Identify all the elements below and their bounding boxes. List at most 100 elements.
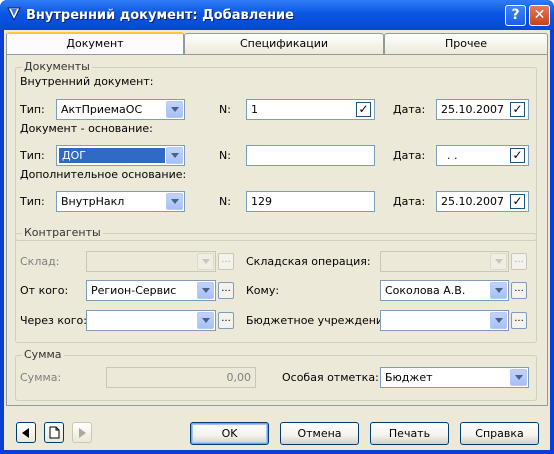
special-mark-value: Бюджет: [385, 371, 433, 384]
document-icon: [49, 426, 59, 439]
chevron-down-icon: [171, 199, 179, 204]
date-label-1: Дата:: [393, 103, 426, 116]
basis-doc-date-field[interactable]: . . ✓: [436, 145, 529, 166]
app-icon: [7, 7, 21, 22]
chevron-down-icon: [202, 288, 210, 293]
ok-button[interactable]: OK: [190, 422, 269, 445]
basis-doc-type-combo[interactable]: ДОГ: [56, 145, 185, 166]
documents-group-label: Документы: [22, 60, 92, 73]
arrow-left-icon: [22, 428, 29, 438]
close-button[interactable]: ✕: [529, 5, 550, 26]
to-label: Кому:: [246, 284, 280, 297]
dialog-window: Внутренний документ: Добавление ? ✕ Доку…: [0, 0, 554, 454]
dropdown-button[interactable]: [166, 193, 183, 210]
warehouse-label: Склад:: [20, 255, 60, 268]
additional-basis-type-combo[interactable]: ВнутрНакл: [56, 191, 185, 212]
n-label-3: N:: [219, 195, 231, 208]
basis-doc-label: Документ - основание:: [20, 122, 153, 135]
from-ellipsis-button[interactable]: ...: [218, 282, 234, 299]
calendar-check-icon[interactable]: ✓: [510, 194, 525, 209]
additional-basis-date-field[interactable]: 25.10.2007 ✓: [436, 191, 529, 212]
chevron-down-icon: [171, 107, 179, 112]
internal-doc-type-value: АктПриемаОС: [61, 103, 143, 116]
n-label-1: N:: [219, 103, 231, 116]
window-title: Внутренний документ: Добавление: [26, 8, 294, 23]
dropdown-button[interactable]: [490, 282, 507, 299]
additional-basis-number-field[interactable]: 129: [246, 191, 375, 212]
dropdown-button[interactable]: [197, 282, 214, 299]
internal-doc-label: Внутренний документ:: [20, 75, 154, 88]
from-label: От кого:: [20, 284, 69, 297]
additional-basis-number-value: 129: [251, 195, 272, 208]
dropdown-button[interactable]: [490, 312, 507, 329]
special-mark-combo[interactable]: Бюджет: [380, 367, 529, 388]
tab-other[interactable]: Прочее: [384, 33, 548, 55]
basis-doc-date-value: . .: [447, 149, 458, 162]
budget-institution-label: Бюджетное учреждение:: [246, 314, 394, 327]
help-button[interactable]: Справка: [460, 422, 539, 445]
n-label-2: N:: [219, 149, 231, 162]
via-label: Через кого:: [20, 314, 87, 327]
button-bar: OK Отмена Печать Справка: [4, 414, 550, 450]
dropdown-button[interactable]: [166, 101, 183, 118]
type-label-2: Тип:: [20, 149, 45, 162]
budget-institution-combo[interactable]: [380, 310, 509, 331]
title-bar[interactable]: Внутренний документ: Добавление ? ✕: [0, 0, 554, 30]
to-ellipsis-button[interactable]: ...: [511, 282, 527, 299]
chevron-down-icon: [495, 318, 503, 323]
contractors-group-label: Контрагенты: [22, 226, 103, 239]
sum-label: Сумма:: [20, 371, 62, 384]
internal-doc-type-combo[interactable]: АктПриемаОС: [56, 99, 185, 120]
internal-doc-number-field[interactable]: 1 ✓: [246, 99, 375, 120]
new-document-button[interactable]: [44, 422, 64, 443]
print-button[interactable]: Печать: [370, 422, 449, 445]
additional-basis-type-value: ВнутрНакл: [61, 195, 125, 208]
basis-doc-number-field[interactable]: [246, 145, 375, 166]
arrow-right-icon: [79, 428, 86, 438]
tab-specifications[interactable]: Спецификации: [184, 33, 384, 55]
dropdown-button: [490, 253, 507, 270]
help-title-button[interactable]: ?: [505, 5, 526, 26]
to-value: Соколова А.В.: [385, 284, 466, 297]
dialog-client: Документ Спецификации Прочее Документы В…: [4, 30, 550, 450]
sum-group-label: Сумма: [22, 348, 64, 361]
warehouse-operation-label: Складская операция:: [246, 255, 371, 268]
internal-doc-date-field[interactable]: 25.10.2007 ✓: [436, 99, 529, 120]
chevron-down-icon: [171, 153, 179, 158]
dropdown-button[interactable]: [166, 147, 183, 164]
chevron-down-icon: [515, 375, 523, 380]
tab-strip: Документ Спецификации Прочее: [4, 32, 550, 56]
basis-doc-type-value: ДОГ: [59, 148, 165, 163]
warehouse-combo: [86, 251, 216, 272]
warehouse-operation-ellipsis-button: ...: [511, 253, 527, 270]
additional-basis-label: Дополнительное основание:: [20, 168, 187, 181]
tab-panel-document: Документы Внутренний документ: Тип: АктП…: [6, 54, 548, 406]
sum-group: Сумма Сумма: 0,00 Особая отметка: Бюджет: [15, 348, 537, 401]
date-label-2: Дата:: [393, 149, 426, 162]
check-icon[interactable]: ✓: [356, 102, 371, 117]
additional-basis-date-value: 25.10.2007: [441, 195, 504, 208]
warehouse-ellipsis-button: ...: [218, 253, 234, 270]
next-button[interactable]: [72, 422, 92, 443]
dropdown-button[interactable]: [197, 312, 214, 329]
calendar-check-icon[interactable]: ✓: [510, 148, 525, 163]
type-label-3: Тип:: [20, 195, 45, 208]
previous-button[interactable]: [16, 422, 36, 443]
documents-group: Документы Внутренний документ: Тип: АктП…: [15, 60, 537, 241]
from-combo[interactable]: Регион-Сервис: [86, 280, 216, 301]
chevron-down-icon: [202, 318, 210, 323]
budget-institution-ellipsis-button[interactable]: ...: [511, 312, 527, 329]
via-combo[interactable]: [86, 310, 216, 331]
from-value: Регион-Сервис: [91, 284, 177, 297]
dropdown-button[interactable]: [510, 369, 527, 386]
cancel-button[interactable]: Отмена: [280, 422, 359, 445]
date-label-3: Дата:: [393, 195, 426, 208]
calendar-check-icon[interactable]: ✓: [510, 102, 525, 117]
via-ellipsis-button[interactable]: ...: [218, 312, 234, 329]
tab-document[interactable]: Документ: [6, 32, 184, 56]
sum-field: 0,00: [106, 367, 256, 388]
dropdown-button: [197, 253, 214, 270]
to-combo[interactable]: Соколова А.В.: [380, 280, 509, 301]
contractors-group: Контрагенты Склад: ... Складская операци…: [15, 226, 537, 343]
special-mark-label: Особая отметка:: [282, 371, 379, 384]
